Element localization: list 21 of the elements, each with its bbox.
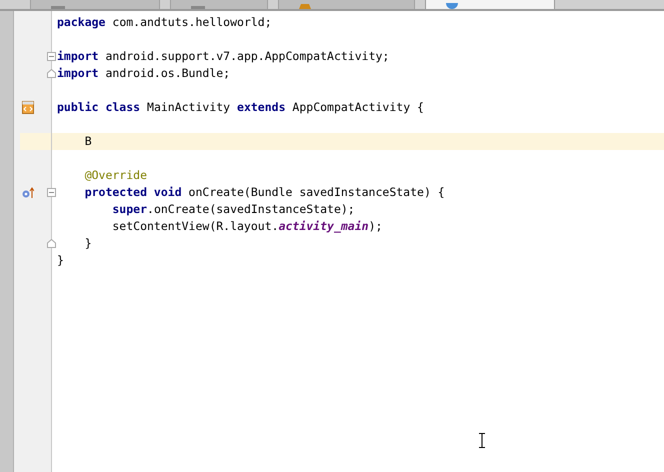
code-line: protected void onCreate(Bundle savedInstanceState) { <box>84 184 445 201</box>
code-line: } <box>84 235 92 252</box>
code-line: import android.os.Bundle; <box>57 65 230 82</box>
code-line: package com.andtuts.helloworld; <box>57 14 272 31</box>
code-line: import android.support.v7.app.AppCompatActivity; <box>57 48 390 65</box>
text-cursor-icon <box>478 433 486 448</box>
code-line: @Override <box>84 167 148 184</box>
code-line: setContentView(R.layout.activity_main); <box>111 218 382 235</box>
fold-icon[interactable] <box>47 52 56 61</box>
code-line: } <box>57 252 64 269</box>
override-icon[interactable] <box>22 186 34 198</box>
editor-tab[interactable] <box>278 0 415 9</box>
fold-icon[interactable] <box>47 188 56 197</box>
code-line: super.onCreate(savedInstanceState); <box>111 201 355 218</box>
code-line: public class MainActivity extends AppCompatActivity { <box>57 99 424 116</box>
fold-end-icon[interactable] <box>47 239 56 248</box>
editor-tab[interactable] <box>170 0 268 9</box>
editor-tab[interactable] <box>30 0 160 9</box>
fold-end-icon[interactable] <box>47 69 56 78</box>
editor-tab[interactable] <box>425 0 555 9</box>
code-line: B <box>84 133 92 150</box>
